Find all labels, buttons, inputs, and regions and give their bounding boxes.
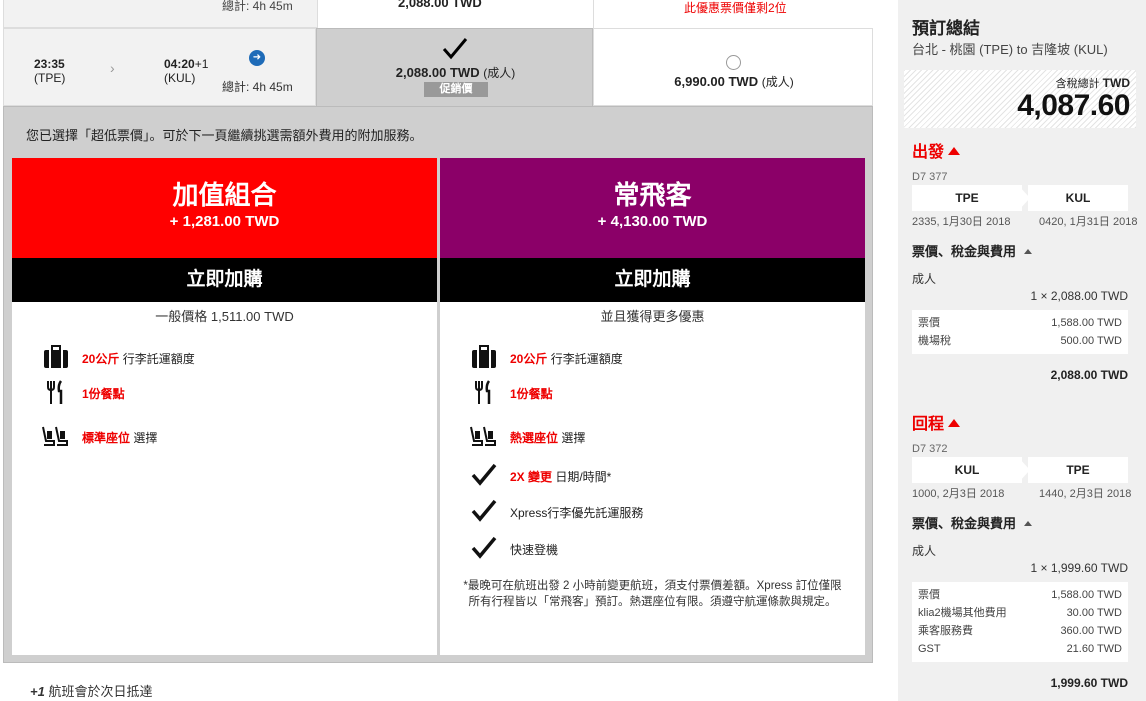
check-icon: [471, 463, 497, 486]
return-fee-breakdown: 票價 1,588.00 TWD klia2機場其他費用 30.00 TWD 乘客服務…: [912, 582, 1128, 662]
premium-flex-card: 常飛客 + 4,130.00 TWD 立即加購 並且獲得更多優惠 20公斤 行李…: [440, 158, 865, 655]
previous-flight-info: 總計: 4h 45m: [4, 0, 317, 29]
luggage-icon: [44, 345, 68, 368]
feature-xpress-baggage: Xpress行李優先託運服務: [471, 499, 643, 522]
previous-fare-premium[interactable]: 此優惠票價僅剩2位: [594, 0, 874, 29]
collapse-icon: [1024, 521, 1033, 526]
outbound-fee-breakdown: 票價 1,588.00 TWD 機場稅 500.00 TWD: [912, 310, 1128, 354]
return-passenger-type: 成人: [912, 544, 937, 558]
fee-row: 票價 1,588.00 TWD: [918, 589, 1122, 601]
meal-icon: [47, 380, 63, 404]
outbound-times: 2335, 1月30日 2018 0420, 1月31日 2018: [912, 216, 1138, 228]
arrival-time: 04:20+1: [164, 57, 209, 71]
value-pack-buy-button[interactable]: 立即加購: [12, 258, 437, 302]
return-toggle[interactable]: 回程: [912, 410, 961, 434]
outbound-toggle[interactable]: 出發: [912, 138, 961, 162]
total-price-box: 含稅總計 TWD 4,087.60: [904, 70, 1136, 128]
check-icon: [471, 536, 497, 559]
fee-row: GST 21.60 TWD: [918, 643, 1122, 655]
premium-flex-subtext: 並且獲得更多優惠: [600, 309, 705, 324]
return-segment: KUL TPE: [912, 457, 1128, 483]
fee-row: klia2機場其他費用 30.00 TWD: [918, 607, 1122, 619]
selection-note: 您已選擇「超低票價」。可於下一頁繼續挑選需額外費用的附加服務。: [26, 128, 423, 143]
meal-icon: [475, 380, 491, 404]
feature-seat: 熱選座位 選擇: [470, 426, 585, 446]
feature-quick-boarding: 快速登機: [471, 536, 558, 559]
chevron-right-icon: ›: [110, 60, 115, 76]
value-pack-header: 加值組合 + 1,281.00 TWD: [12, 158, 437, 258]
fee-row: 乘客服務費 360.00 TWD: [918, 625, 1122, 637]
seat-icon: [470, 426, 496, 446]
low-fare-price: 2,088.00 TWD (成人): [395, 65, 516, 80]
outbound-segment: TPE KUL: [912, 185, 1128, 211]
total-amount: 4,087.60: [1017, 89, 1130, 122]
outbound-passenger-type: 成人: [912, 272, 937, 286]
segment-origin: TPE: [912, 185, 1022, 211]
summary-title: 預訂總結: [912, 19, 980, 38]
booking-summary: 預訂總結 台北 - 桃園 (TPE) to 吉隆坡 (KUL) 含稅總計 TWD…: [898, 0, 1146, 701]
value-pack-title: 加值組合: [172, 180, 277, 210]
segment-destination: KUL: [1028, 185, 1128, 211]
feature-meal: 1份餐點: [47, 380, 125, 404]
flight-row: 23:35 (TPE) › 04:20+1 (KUL) ➜ 總計: 4h 45m…: [3, 28, 873, 106]
value-pack-price: + 1,281.00 TWD: [169, 213, 280, 230]
previous-flight-row: 總計: 4h 45m 2,088.00 TWD 此優惠票價僅剩2位: [3, 0, 874, 29]
return-fees-toggle[interactable]: 票價、稅金與費用: [912, 513, 1033, 532]
checkmark-icon: [442, 38, 468, 60]
feature-seat: 標準座位 選擇: [42, 426, 157, 446]
arrival-airport: (KUL): [164, 71, 196, 85]
outbound-passenger-price: 1 × 2,088.00 TWD: [1030, 289, 1129, 303]
premium-flex-title: 常飛客: [613, 180, 692, 210]
luggage-icon: [472, 345, 496, 368]
promo-badge: 促銷價: [424, 82, 488, 97]
seats-left-warning: 此優惠票價僅剩2位: [684, 1, 787, 15]
segment-destination: TPE: [1028, 457, 1128, 483]
collapse-icon: [948, 419, 961, 427]
feature-meal: 1份餐點: [475, 380, 553, 404]
departure-airport: (TPE): [34, 71, 66, 85]
premium-flex-price: + 4,130.00 TWD: [597, 213, 708, 230]
fee-row: 機場稅 500.00 TWD: [918, 335, 1122, 347]
outbound-flight-number: D7 377: [912, 171, 948, 183]
fee-row: 票價 1,588.00 TWD: [918, 317, 1122, 329]
return-flight-number: D7 372: [912, 443, 948, 455]
total-duration: 總計: 4h 45m: [222, 80, 293, 94]
summary-route: 台北 - 桃園 (TPE) to 吉隆坡 (KUL): [912, 42, 1108, 57]
next-day-note: +1 航班會於次日抵達: [30, 684, 153, 699]
return-subtotal: 1,999.60 TWD: [1050, 676, 1128, 690]
flight-info: 23:35 (TPE) › 04:20+1 (KUL) ➜ 總計: 4h 45m: [3, 28, 316, 106]
next-day-marker: +1: [194, 57, 209, 71]
feature-baggage: 20公斤 行李託運額度: [472, 345, 623, 368]
premium-flex-buy-button[interactable]: 立即加購: [440, 258, 865, 302]
fare-option-premium-flex[interactable]: 6,990.00 TWD (成人): [593, 28, 873, 106]
return-passenger-price: 1 × 1,999.60 TWD: [1030, 561, 1129, 575]
seat-icon: [42, 426, 68, 446]
premium-fare-price: 6,990.00 TWD (成人): [674, 74, 794, 89]
value-pack-card: 加值組合 + 1,281.00 TWD 立即加購 一般價格 1,511.00 T…: [12, 158, 437, 655]
previous-fare-price: 2,088.00 TWD: [398, 0, 482, 10]
outbound-fees-toggle[interactable]: 票價、稅金與費用: [912, 241, 1033, 260]
collapse-icon: [1024, 249, 1033, 254]
segment-origin: KUL: [912, 457, 1022, 483]
premium-flex-footnote: *最晚可在航班出發 2 小時前變更航班，須支付票價差額。Xpress 訂位僅限 …: [463, 580, 842, 608]
fare-radio[interactable]: [726, 55, 741, 70]
previous-duration: 總計: 4h 45m: [222, 0, 293, 13]
flight-selection-area: 總計: 4h 45m 2,088.00 TWD 此優惠票價僅剩2位 23:35 …: [0, 0, 880, 701]
previous-fare-low[interactable]: 2,088.00 TWD: [317, 0, 594, 29]
bundle-upsell-panel: 您已選擇「超低票價」。可於下一頁繼續挑選需額外費用的附加服務。 加值組合 + 1…: [3, 106, 873, 663]
feature-flight-change: 2X 變更 日期/時間*: [471, 463, 611, 486]
collapse-icon: [948, 147, 961, 155]
outbound-subtotal: 2,088.00 TWD: [1050, 368, 1128, 382]
value-pack-regular-price: 一般價格 1,511.00 TWD: [155, 309, 294, 324]
fare-option-low-fare[interactable]: 2,088.00 TWD (成人) 促銷價: [316, 28, 593, 106]
premium-flex-header: 常飛客 + 4,130.00 TWD: [440, 158, 865, 258]
feature-baggage: 20公斤 行李託運額度: [44, 345, 195, 368]
check-icon: [471, 499, 497, 522]
return-times: 1000, 2月3日 2018 1440, 2月3日 2018: [912, 488, 1132, 500]
departure-time: 23:35: [34, 57, 65, 71]
plane-icon[interactable]: ➜: [249, 50, 265, 66]
